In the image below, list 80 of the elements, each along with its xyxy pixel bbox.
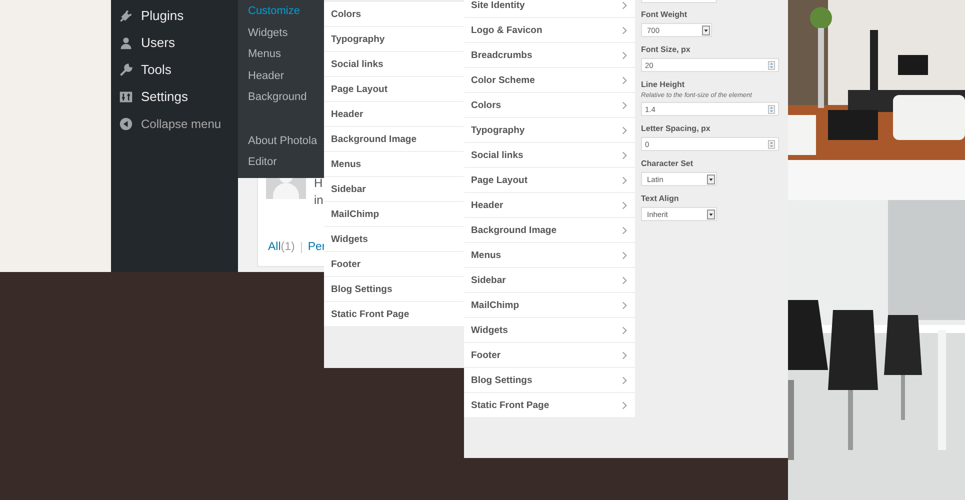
control-label: Line Height [641,80,685,89]
chevron-icon [622,400,627,410]
section-item[interactable]: Sidebar [324,177,464,202]
plug-icon [119,8,133,22]
comment-text: H [314,175,324,192]
chevron-icon [622,0,627,10]
control-label: Font Size, px [641,45,690,54]
section-item[interactable]: Sidebar [464,268,635,293]
section-item[interactable]: Blog Settings [324,277,464,302]
chevron-icon [622,326,627,334]
filter-link[interactable]: All(1) [268,241,295,253]
chevron-icon [622,176,627,184]
control-label: Text Align [641,194,679,203]
submenu-item[interactable]: Customize [238,1,324,22]
section-item[interactable]: MailChimp [464,293,635,318]
menu-item[interactable]: Users [111,29,238,56]
settings-icon [119,90,133,104]
chevron-icon [622,50,627,60]
chevron-icon [622,126,627,134]
section-item[interactable]: Colors [324,2,464,27]
section-item[interactable]: Background Image [324,127,464,152]
section-item[interactable]: Header [324,102,464,127]
submenu-item[interactable]: Editor [238,152,324,174]
submenu-item[interactable]: Menus [238,44,324,66]
section-item[interactable]: Widgets [464,318,635,343]
section-item[interactable]: Footer [324,252,464,277]
submenu-item[interactable]: Background [238,87,324,108]
chevron-icon [622,300,627,310]
section-item[interactable]: Typography [464,118,635,143]
chevron-icon [622,150,627,160]
menu-item[interactable]: Settings [111,83,238,110]
section-item[interactable]: Menus [324,152,464,177]
chevron-icon [622,276,627,284]
chevron-icon [622,226,627,234]
comment-text: in [314,192,324,209]
section-item[interactable]: MailChimp [324,202,464,227]
menu-item[interactable]: Tools [111,56,238,83]
section-item[interactable]: Background Image [464,218,635,243]
control-label: Letter Spacing, px [641,124,710,133]
section-item[interactable]: Footer [464,343,635,368]
dropdown-icon [707,208,715,220]
control-label: Font Weight [641,10,688,19]
section-item[interactable]: Page Layout [464,168,635,193]
section-item[interactable]: Site Identity [464,0,635,18]
section-item[interactable]: Social links [464,143,635,168]
section-item[interactable]: Social links [324,52,464,77]
section-item[interactable]: Static Front Page [324,302,464,327]
chevron-icon [622,376,627,384]
chevron-icon [622,26,627,34]
control-label: Character Set [641,159,694,168]
collapse-icon [119,116,133,130]
submenu-item[interactable]: Widgets [238,22,324,44]
chevron-icon [622,100,627,110]
section-item[interactable]: Color Scheme [464,68,635,93]
wrench-icon [119,62,133,76]
section-item[interactable]: Colors [464,93,635,118]
chevron-icon [622,200,627,210]
section-item[interactable]: Logo & Favicon [464,18,635,43]
spinner-icon [768,104,775,114]
section-item[interactable]: Widgets [324,227,464,252]
user-icon [119,36,133,50]
section-item[interactable]: Static Front Page [464,393,635,418]
chevron-icon [622,350,627,360]
filter-link[interactable]: Per [308,241,326,253]
dropdown-icon [707,174,715,184]
chevron-icon [622,250,627,260]
section-item[interactable]: Header [464,193,635,218]
section-item[interactable]: Typography [324,27,464,52]
spinner-icon [768,60,775,70]
spinner-icon [768,140,775,148]
dropdown-icon [702,24,710,36]
chevron-icon [622,76,627,84]
menu-item[interactable]: Collapse menu [111,110,238,137]
menu-item[interactable]: Plugins [111,2,238,29]
submenu-item[interactable]: Header [238,66,324,87]
section-item[interactable]: Breadcrumbs [464,43,635,68]
section-item[interactable]: Menus [464,243,635,268]
section-item[interactable]: Page Layout [324,77,464,102]
submenu-item[interactable]: About Photola [238,130,324,152]
section-item[interactable]: Blog Settings [464,368,635,393]
